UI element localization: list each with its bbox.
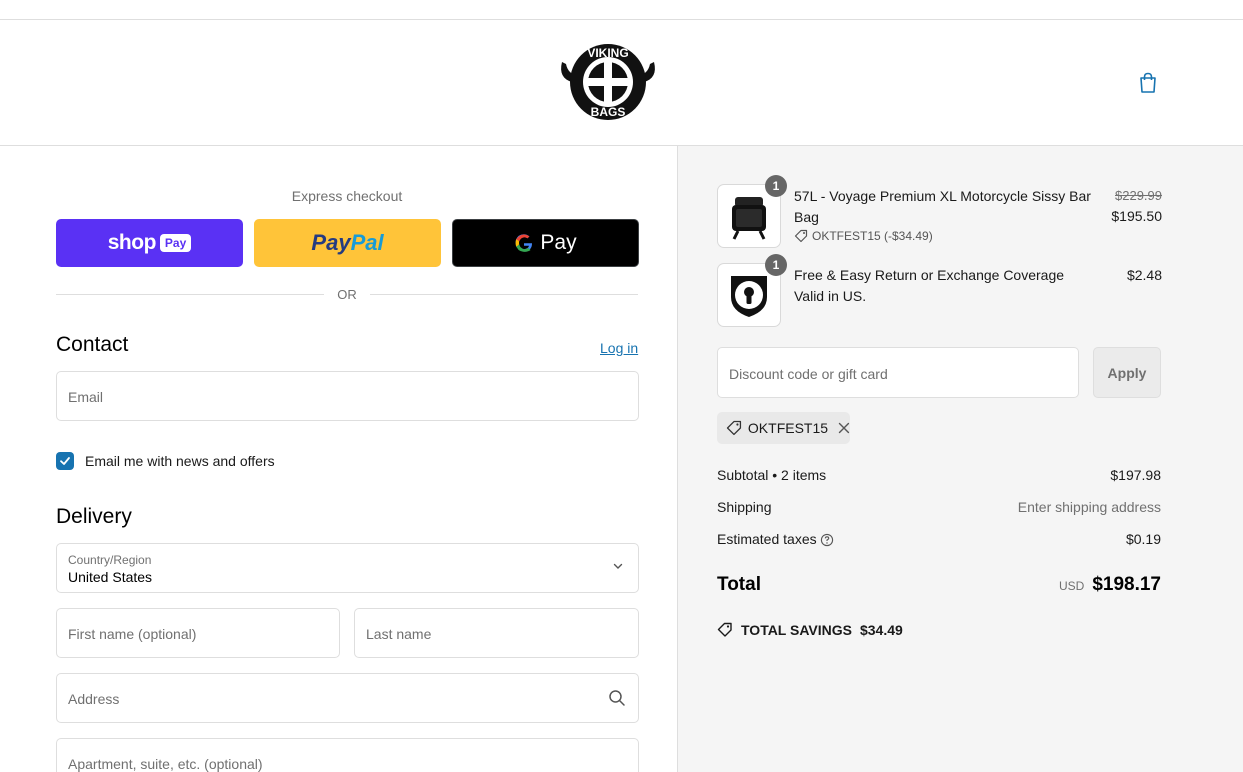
product-name: 57L - Voyage Premium XL Motorcycle Sissy… xyxy=(794,188,1091,225)
google-g-icon xyxy=(516,234,533,252)
subtotal-label: Subtotal • 2 items xyxy=(717,467,827,483)
log-in-link[interactable]: Log in xyxy=(600,340,638,356)
subtotal-value: $197.98 xyxy=(1110,467,1161,483)
browser-top-strip xyxy=(0,0,1243,20)
original-price: $229.99 xyxy=(1115,188,1162,203)
newsletter-checkbox[interactable] xyxy=(56,452,74,470)
shipping-value: Enter shipping address xyxy=(1017,499,1161,515)
cart-line-item: 1 Free & Easy Return or Exchange Coverag… xyxy=(717,254,1162,333)
quantity-badge: 1 xyxy=(765,175,787,197)
newsletter-label: Email me with news and offers xyxy=(85,453,275,469)
paypal-logo: PayPal xyxy=(311,230,384,255)
total-savings: TOTAL SAVINGS $34.49 xyxy=(717,622,903,638)
delivery-heading: Delivery xyxy=(56,505,132,528)
last-name-placeholder: Last name xyxy=(366,626,432,642)
paypal-button[interactable]: PayPal xyxy=(254,219,441,267)
product-price: $229.99 $195.50 xyxy=(1111,186,1162,226)
savings-value: $34.49 xyxy=(859,622,903,638)
subtotal-row: Subtotal • 2 items $197.98 xyxy=(717,467,1161,483)
taxes-value: $0.19 xyxy=(1125,531,1161,547)
product-discount-text: OKTFEST15 (-$34.49) xyxy=(812,229,933,243)
total-amount: USD $198.17 xyxy=(1059,574,1161,596)
first-name-placeholder: First name (optional) xyxy=(68,626,197,642)
product-discount: OKTFEST15 (-$34.49) xyxy=(794,229,933,243)
savings-label: TOTAL SAVINGS xyxy=(741,622,852,638)
logo-text-top: VIKING xyxy=(587,46,628,60)
checkout-form-column: Express checkout shop Pay PayPal Pay OR … xyxy=(0,146,677,772)
last-name-field[interactable]: Last name xyxy=(354,608,639,658)
address-field[interactable]: Address xyxy=(56,673,639,723)
shipping-row: Shipping Enter shipping address xyxy=(717,499,1161,515)
shipping-label: Shipping xyxy=(717,499,772,515)
logo-text-bottom: BAGS xyxy=(591,105,626,119)
search-icon xyxy=(609,690,625,706)
tag-icon xyxy=(794,229,808,243)
site-header: VIKING BAGS xyxy=(0,20,1243,146)
address-placeholder: Address xyxy=(68,691,120,707)
product-price: $2.48 xyxy=(1126,267,1162,283)
shield-lock-icon xyxy=(731,276,767,317)
country-select[interactable]: Country/Region United States xyxy=(56,543,639,593)
applied-discount-chip: OKTFEST15 xyxy=(717,412,850,444)
discounted-price: $195.50 xyxy=(1111,208,1162,224)
taxes-row: Estimated taxes $0.19 xyxy=(717,531,1161,547)
cart-line-item: 1 57L - Voyage Premium XL Motorcycle Sis… xyxy=(717,175,1162,254)
apply-discount-button[interactable]: Apply xyxy=(1093,347,1161,398)
discount-code-input[interactable]: Discount code or gift card xyxy=(717,347,1079,398)
applied-code-text: OKTFEST15 xyxy=(747,420,829,436)
help-circle-icon[interactable] xyxy=(820,533,834,547)
newsletter-row: Email me with news and offers xyxy=(56,451,275,471)
google-pay-text: Pay xyxy=(540,231,577,254)
currency-code: USD xyxy=(1058,579,1085,593)
bag-icon xyxy=(732,197,766,240)
country-label: Country/Region xyxy=(68,553,152,567)
viking-bags-logo[interactable]: VIKING BAGS xyxy=(556,40,660,124)
express-checkout-label: Express checkout xyxy=(291,188,403,204)
total-value: $198.17 xyxy=(1092,574,1161,595)
email-placeholder: Email xyxy=(68,389,104,405)
shop-pay-badge: Pay xyxy=(159,234,192,252)
contact-heading: Contact xyxy=(56,333,129,356)
discount-placeholder: Discount code or gift card xyxy=(729,366,888,382)
product-name: Free & Easy Return or Exchange Coverage … xyxy=(794,267,1065,304)
tag-icon xyxy=(717,622,732,637)
apartment-field[interactable]: Apartment, suite, etc. (optional) xyxy=(56,738,639,772)
check-icon xyxy=(60,457,70,465)
or-divider: OR xyxy=(56,286,638,304)
taxes-label: Estimated taxes xyxy=(717,531,817,547)
apartment-placeholder: Apartment, suite, etc. (optional) xyxy=(68,756,263,772)
email-field[interactable]: Email xyxy=(56,371,639,421)
quantity-badge: 1 xyxy=(765,254,787,276)
shop-pay-button[interactable]: shop Pay xyxy=(56,219,243,267)
google-pay-button[interactable]: Pay xyxy=(452,219,639,267)
tag-icon xyxy=(726,420,742,436)
first-name-field[interactable]: First name (optional) xyxy=(56,608,340,658)
shopping-bag-icon[interactable] xyxy=(1138,72,1158,94)
country-value: United States xyxy=(68,569,153,585)
shop-pay-text: shop xyxy=(107,231,157,254)
close-icon[interactable] xyxy=(838,422,850,434)
chevron-down-icon xyxy=(613,563,623,569)
order-summary-column: 1 57L - Voyage Premium XL Motorcycle Sis… xyxy=(677,146,1243,772)
divider-line-right xyxy=(370,294,638,295)
total-label: Total xyxy=(717,574,761,595)
